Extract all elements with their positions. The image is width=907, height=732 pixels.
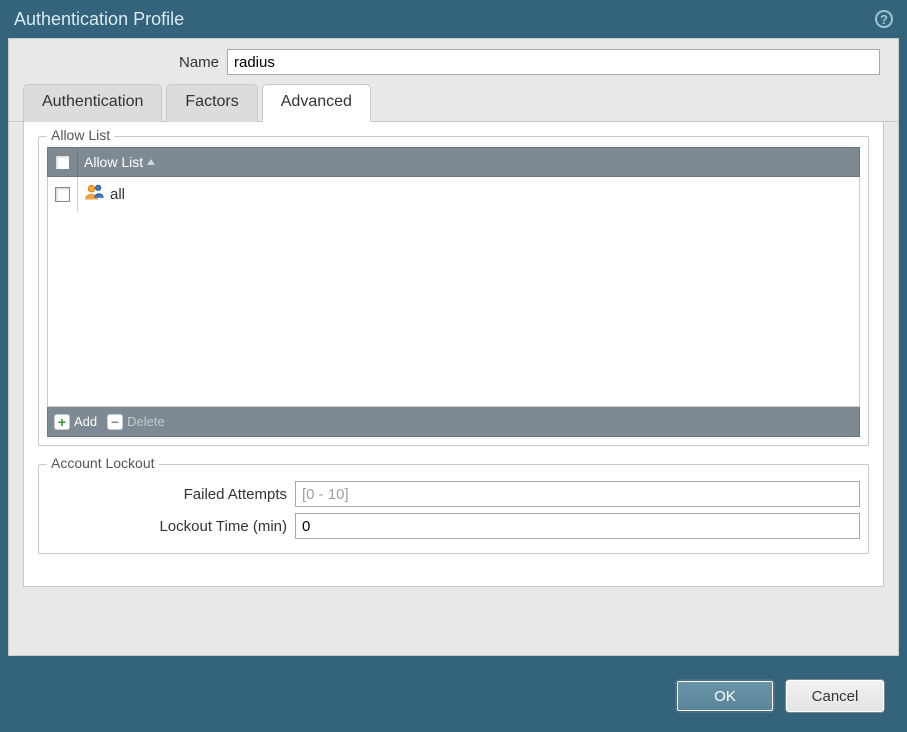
name-row: Name	[9, 39, 898, 83]
dialog-window: Authentication Profile ? Name Authentica…	[0, 0, 907, 732]
failed-attempts-row: Failed Attempts	[47, 481, 860, 507]
select-all-cell[interactable]	[48, 148, 78, 176]
tab-panel-advanced: Allow List Allow List	[23, 122, 884, 587]
lockout-time-label: Lockout Time (min)	[47, 518, 295, 535]
checkbox-icon[interactable]	[55, 187, 70, 202]
row-select-cell[interactable]	[48, 177, 78, 211]
failed-attempts-label: Failed Attempts	[47, 486, 295, 503]
checkbox-icon[interactable]	[55, 155, 70, 170]
dialog-footer: OK Cancel	[8, 668, 899, 724]
sort-asc-icon	[147, 159, 155, 165]
cancel-button[interactable]: Cancel	[785, 679, 885, 713]
lockout-time-row: Lockout Time (min)	[47, 513, 860, 539]
allow-list-table-header: Allow List	[47, 147, 860, 177]
allow-list-fieldset: Allow List Allow List	[38, 136, 869, 446]
allow-list-legend: Allow List	[47, 127, 114, 143]
add-label: Add	[74, 414, 97, 429]
add-button[interactable]: + Add	[54, 414, 97, 430]
dialog-title: Authentication Profile	[14, 9, 875, 30]
delete-label: Delete	[127, 414, 165, 429]
tab-advanced[interactable]: Advanced	[262, 84, 371, 122]
plus-icon: +	[54, 414, 70, 430]
name-label: Name	[27, 54, 227, 71]
allow-list-column-header[interactable]: Allow List	[78, 154, 155, 170]
row-label: all	[110, 186, 125, 203]
tab-strip: Authentication Factors Advanced	[9, 83, 898, 122]
delete-button[interactable]: − Delete	[107, 414, 165, 430]
tab-factors[interactable]: Factors	[166, 84, 257, 122]
failed-attempts-input[interactable]	[295, 481, 860, 507]
account-lockout-fieldset: Account Lockout Failed Attempts Lockout …	[38, 464, 869, 554]
row-content: all	[78, 182, 125, 206]
allow-list-table-body: all	[47, 177, 860, 407]
allow-list-column-label: Allow List	[84, 154, 143, 170]
minus-icon: −	[107, 414, 123, 430]
ok-button[interactable]: OK	[675, 679, 775, 713]
lockout-time-input[interactable]	[295, 513, 860, 539]
title-bar: Authentication Profile ?	[0, 0, 907, 38]
tab-authentication[interactable]: Authentication	[23, 84, 162, 122]
name-input[interactable]	[227, 49, 880, 75]
users-icon	[84, 182, 104, 206]
table-row[interactable]: all	[48, 177, 859, 211]
dialog-body: Name Authentication Factors Advanced All…	[8, 38, 899, 656]
account-lockout-legend: Account Lockout	[47, 455, 159, 471]
allow-list-toolbar: + Add − Delete	[47, 407, 860, 437]
help-icon[interactable]: ?	[875, 10, 893, 28]
